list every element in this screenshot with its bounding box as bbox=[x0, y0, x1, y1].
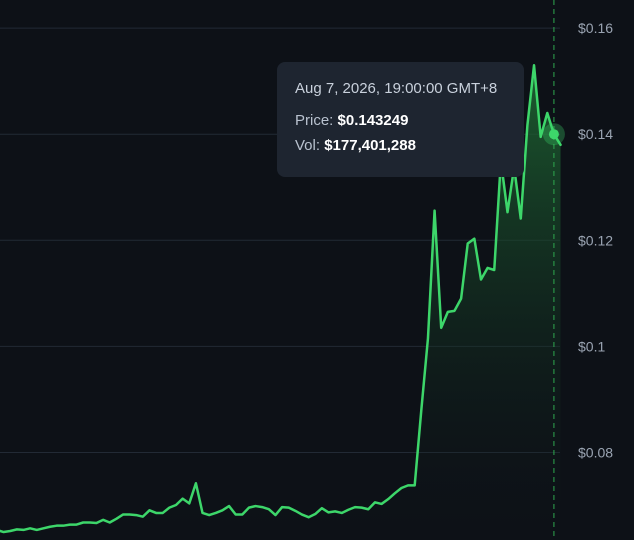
tooltip-price-label: Price: bbox=[295, 112, 334, 129]
y-tick-label: $0.12 bbox=[578, 232, 613, 248]
hover-point-marker bbox=[548, 129, 559, 140]
tooltip-price-row: Price: $0.143249 bbox=[295, 112, 506, 129]
price-chart-container[interactable]: $0.08 $0.1 $0.12 $0.14 $0.16 Aug 7, 2026, 19… bbox=[0, 0, 634, 540]
tooltip-date: Aug 7, 2026, 19:00:00 GMT+8 bbox=[295, 80, 498, 97]
y-tick-label: $0.14 bbox=[578, 126, 613, 142]
price-tooltip: Aug 7, 2026, 19:00:00 GMT+8 Price: $0.14… bbox=[277, 62, 524, 177]
tooltip-vol-row: Vol: $177,401,288 bbox=[295, 137, 506, 154]
y-axis-ticks: $0.08 $0.1 $0.12 $0.14 $0.16 bbox=[578, 20, 613, 460]
y-tick-label: $0.1 bbox=[578, 338, 605, 354]
y-tick-label: $0.08 bbox=[578, 444, 613, 460]
y-tick-label: $0.16 bbox=[578, 20, 613, 36]
tooltip-vol-label: Vol: bbox=[295, 137, 321, 154]
tooltip-vol-value: $177,401,288 bbox=[324, 137, 416, 154]
tooltip-price-value: $0.143249 bbox=[337, 112, 409, 129]
